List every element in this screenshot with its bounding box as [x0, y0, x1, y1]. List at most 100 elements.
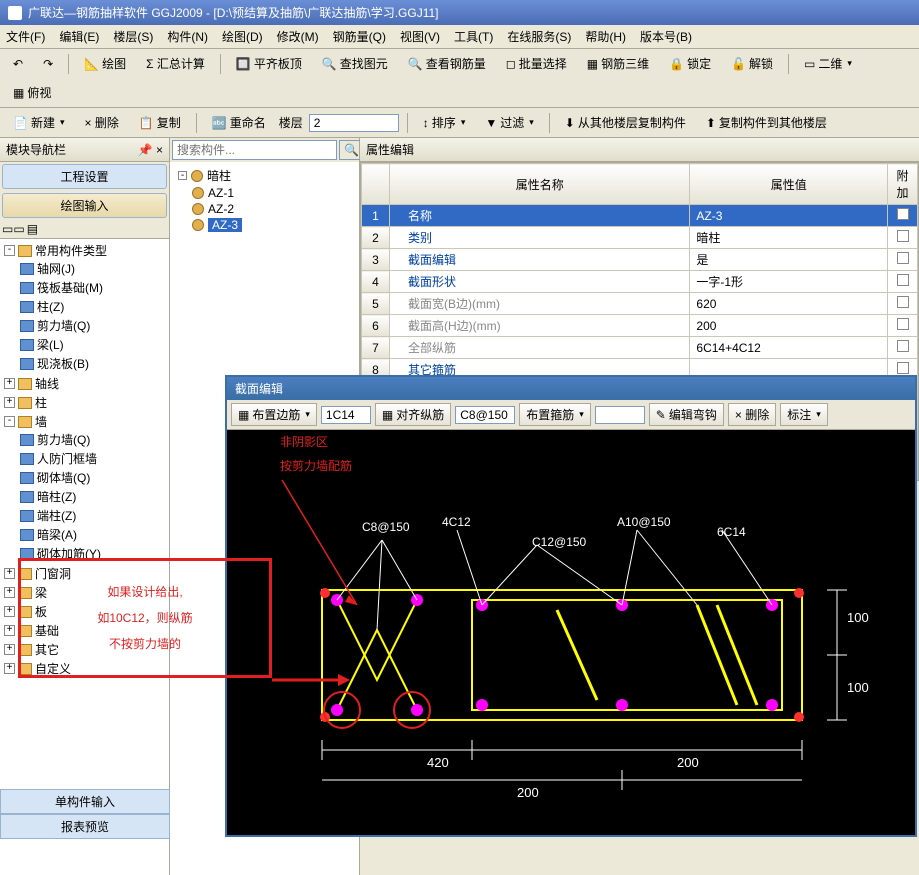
menu-floor[interactable]: 楼层(S)	[113, 28, 153, 45]
btn-redo[interactable]: ↷	[36, 54, 60, 74]
dim-w2: 200	[677, 755, 699, 770]
btn-qty[interactable]: 🔍 查看钢筋量	[401, 52, 493, 75]
expand-icon[interactable]: +	[4, 606, 15, 617]
label-c80150: C8@150	[362, 520, 410, 534]
expand-icon[interactable]: -	[178, 171, 187, 180]
btn-rename[interactable]: 🔤 重命名	[205, 111, 273, 134]
property-row[interactable]: 3 截面编辑是	[362, 249, 918, 271]
btn-2d[interactable]: ▭ 二维▾	[797, 52, 859, 75]
btn-plan[interactable]: 🔲 平齐板顶	[229, 52, 309, 75]
side-rebar-input[interactable]	[321, 406, 371, 424]
btn-mark[interactable]: 标注▾	[780, 403, 828, 426]
property-row[interactable]: 6 截面高(H边)(mm)200	[362, 315, 918, 337]
label-a10150: A10@150	[617, 515, 671, 529]
component-type-tree[interactable]: -常用构件类型 轴网(J) 筏板基础(M) 柱(Z) 剪力墙(Q) 梁(L) 现…	[0, 239, 169, 875]
btn-copy[interactable]: 📋 复制	[132, 111, 188, 134]
btn-tri[interactable]: ▦ 钢筋三维	[580, 52, 656, 75]
menu-version[interactable]: 版本号(B)	[640, 28, 692, 45]
menu-modify[interactable]: 修改(M)	[277, 28, 319, 45]
btn-section-delete[interactable]: × 删除	[728, 403, 776, 426]
checkbox[interactable]	[897, 208, 909, 220]
checkbox[interactable]	[897, 296, 909, 308]
property-row[interactable]: 7 全部纵筋6C14+4C12	[362, 337, 918, 359]
menu-component[interactable]: 构件(N)	[167, 28, 208, 45]
folder-icon	[18, 245, 32, 257]
tab-single-input[interactable]: 单构件输入	[0, 789, 170, 814]
stirrup-select[interactable]	[595, 406, 645, 424]
btn-side[interactable]: ▦ 俯视	[6, 81, 58, 104]
menu-draw[interactable]: 绘图(D)	[222, 28, 263, 45]
btn-align[interactable]: ▦ 对齐纵筋	[375, 403, 451, 426]
expand-icon[interactable]: +	[4, 378, 15, 389]
item-icon	[20, 282, 34, 294]
col-append[interactable]: 附加	[888, 164, 918, 205]
menu-help[interactable]: 帮助(H)	[585, 28, 626, 45]
tab-project-settings[interactable]: 工程设置	[2, 164, 167, 189]
component-item[interactable]: AZ-1	[192, 185, 355, 201]
btn-sort[interactable]: ↕ 排序▾	[416, 111, 473, 134]
property-row[interactable]: 1 名称AZ-3	[362, 205, 918, 227]
section-editor-title: 截面编辑	[227, 377, 915, 400]
btn-copyfrom[interactable]: ⬇ 从其他楼层复制构件	[558, 111, 693, 134]
btn-copyto[interactable]: ⬆ 复制构件到其他楼层	[699, 111, 834, 134]
btn-lock[interactable]: 🔒 锁定	[662, 52, 718, 75]
expand-icon[interactable]: +	[4, 644, 15, 655]
expand-icon[interactable]: +	[4, 587, 15, 598]
expand-icon[interactable]: -	[4, 245, 15, 256]
search-input[interactable]	[172, 140, 337, 160]
checkbox[interactable]	[897, 230, 909, 242]
item-icon	[20, 472, 34, 484]
checkbox[interactable]	[897, 252, 909, 264]
expand-icon[interactable]: +	[4, 397, 15, 408]
menu-edit[interactable]: 编辑(E)	[59, 28, 99, 45]
btn-delete[interactable]: × 删除	[78, 111, 126, 134]
property-row[interactable]: 5 截面宽(B边)(mm)620	[362, 293, 918, 315]
menu-file[interactable]: 文件(F)	[6, 28, 45, 45]
tab-draw-input[interactable]: 绘图输入	[2, 193, 167, 218]
component-item[interactable]: AZ-2	[192, 201, 355, 217]
btn-new[interactable]: 📄 新建▾	[6, 111, 72, 134]
nav-expand-icon[interactable]: ▤	[27, 222, 38, 236]
dim-h2: 100	[847, 680, 869, 695]
section-canvas[interactable]: C8@150 4C12 C12@150 A10@150 6C14 100 100…	[227, 430, 915, 835]
btn-batch[interactable]: ◻ 批量选择	[499, 52, 574, 75]
checkbox[interactable]	[897, 274, 909, 286]
btn-drawing[interactable]: 📐 绘图	[77, 52, 133, 75]
checkbox[interactable]	[897, 340, 909, 352]
window-title: 广联达—钢筋抽样软件 GGJ2009 - [D:\预结算及抽筋\广联达抽筋\学习…	[28, 4, 439, 21]
dim-h1: 100	[847, 610, 869, 625]
menu-tools[interactable]: 工具(T)	[454, 28, 493, 45]
floor-input[interactable]	[309, 114, 399, 132]
expand-icon[interactable]: +	[4, 625, 15, 636]
floor-label: 楼层	[279, 114, 303, 131]
expand-icon[interactable]: +	[4, 663, 15, 674]
btn-calc[interactable]: Σ 汇总计算	[139, 52, 212, 75]
checkbox[interactable]	[897, 318, 909, 330]
component-item-selected[interactable]: AZ-3	[192, 217, 355, 233]
menu-online[interactable]: 在线服务(S)	[507, 28, 571, 45]
title-bar: 广联达—钢筋抽样软件 GGJ2009 - [D:\预结算及抽筋\广联达抽筋\学习…	[0, 0, 919, 25]
btn-edit-hook[interactable]: ✎ 编辑弯钩	[649, 403, 724, 426]
tab-report[interactable]: 报表预览	[0, 814, 170, 839]
label-c12150: C12@150	[532, 535, 586, 549]
align-input[interactable]	[455, 406, 515, 424]
checkbox[interactable]	[897, 362, 909, 374]
annotation-arrow-icon	[272, 670, 352, 690]
expand-icon[interactable]: +	[4, 568, 15, 579]
col-name[interactable]: 属性名称	[390, 164, 690, 205]
btn-find[interactable]: 🔍 查找图元	[315, 52, 395, 75]
btn-stirrup[interactable]: 布置箍筋▾	[519, 403, 591, 426]
btn-unlock[interactable]: 🔓 解锁	[724, 52, 780, 75]
nav-collapse-icon[interactable]: ▭▭	[2, 222, 25, 236]
expand-icon[interactable]: -	[4, 416, 15, 427]
toolbar-2: 📄 新建▾ × 删除 📋 复制 🔤 重命名 楼层 ↕ 排序▾ ▼ 过滤▾ ⬇ 从…	[0, 108, 919, 138]
btn-undo[interactable]: ↶	[6, 54, 30, 74]
property-row[interactable]: 2 类别暗柱	[362, 227, 918, 249]
property-row[interactable]: 4 截面形状一字-1形	[362, 271, 918, 293]
btn-side-rebar[interactable]: ▦ 布置边筋▾	[231, 403, 317, 426]
btn-filter[interactable]: ▼ 过滤▾	[478, 111, 540, 134]
col-value[interactable]: 属性值	[690, 164, 888, 205]
menu-view[interactable]: 视图(V)	[400, 28, 440, 45]
pin-icon[interactable]: 📌 ×	[138, 143, 163, 157]
menu-rebar[interactable]: 钢筋量(Q)	[333, 28, 386, 45]
